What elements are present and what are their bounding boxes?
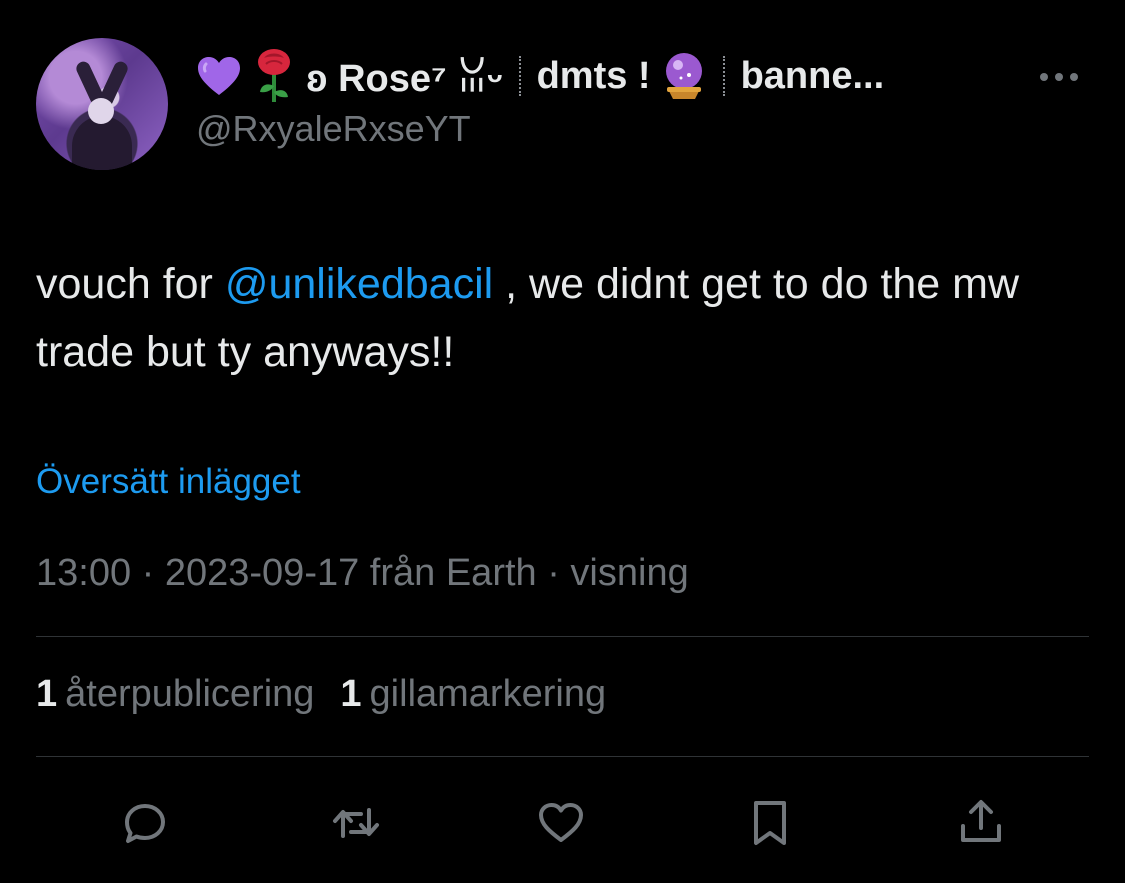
bookmark-button[interactable] [742,795,798,851]
more-options-icon[interactable] [1040,70,1084,84]
reply-button[interactable] [117,795,173,851]
display-name[interactable]: ʚ Rose⁷ ꈍᵕ dmts ! banne... [196,48,884,104]
reply-icon [125,804,165,843]
tweet-text: vouch for @unlikedbacil , we didnt get t… [36,250,1086,386]
more-dot [1070,73,1078,81]
tweet-detail-view: ʚ Rose⁷ ꈍᵕ dmts ! banne... @RxyaleRxseYT… [0,0,1125,883]
more-dot [1040,73,1048,81]
tweet-metadata: 13:00 · 2023-09-17 från Earth · visning [36,552,689,594]
more-dot [1055,73,1063,81]
bookmark-icon [754,801,786,845]
mention-link[interactable]: @unlikedbacil [225,260,493,308]
like-button[interactable] [533,795,589,851]
engagement-stats: 1 återpublicering 1 gillamarkering [36,673,606,716]
avatar[interactable] [36,38,168,170]
like-icon [539,803,583,842]
divider [36,636,1089,637]
reposts-stat[interactable]: 1 återpublicering [36,673,314,716]
purple-heart-icon [196,55,242,97]
share-icon [961,800,1001,842]
crystal-ball-icon [661,51,707,101]
share-button[interactable] [953,795,1009,851]
repost-icon [333,808,379,838]
translate-post-link[interactable]: Översätt inlägget [36,462,301,502]
reposts-count: 1 [36,673,58,715]
display-name-text: ʚ Rose⁷ ꈍᵕ [306,58,503,100]
tweet-text-before: vouch for [36,260,225,308]
repost-button[interactable] [328,795,384,851]
user-handle[interactable]: @RxyaleRxseYT [196,108,471,150]
display-name-banner: banne... [740,54,885,97]
rose-icon [252,48,296,104]
avatar-figure-body [72,116,132,170]
avatar-figure-head [88,98,114,124]
reposts-label: återpublicering [65,673,315,715]
likes-stat[interactable]: 1 gillamarkering [340,673,606,716]
likes-count: 1 [340,673,362,715]
name-separator [722,56,725,96]
display-name-dmts: dmts ! [536,54,651,97]
action-bar [0,795,1125,851]
likes-label: gillamarkering [369,673,607,715]
divider [36,756,1089,757]
name-separator [518,56,521,96]
